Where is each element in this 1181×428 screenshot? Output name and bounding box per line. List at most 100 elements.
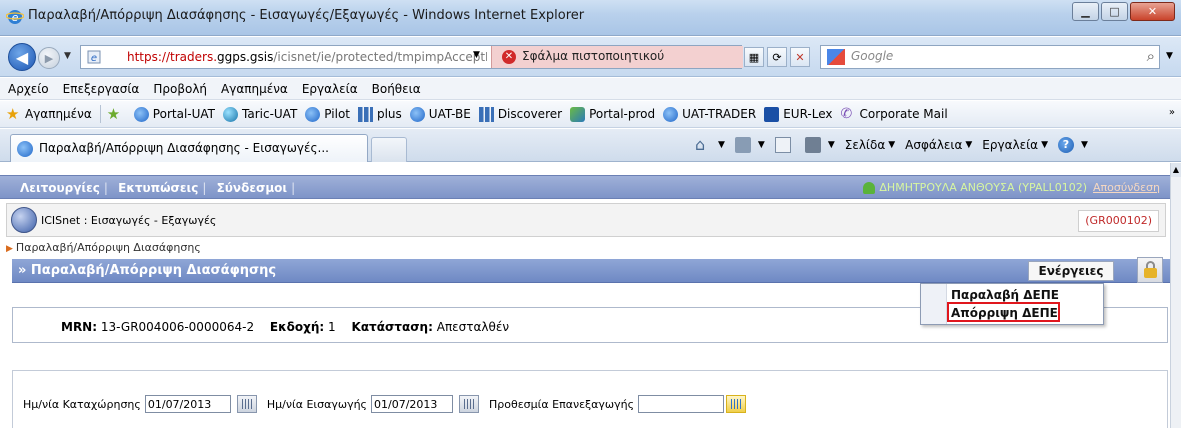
- history-dropdown-icon[interactable]: ▼: [64, 51, 71, 61]
- read-mail-button[interactable]: [774, 137, 795, 153]
- url-prefix: https://traders.: [127, 50, 218, 64]
- ie-page-icon: [17, 141, 33, 157]
- search-placeholder: Google: [851, 49, 894, 63]
- feeds-button[interactable]: ▼: [734, 137, 765, 153]
- new-tab-button[interactable]: [371, 137, 407, 162]
- favorite-eur-lex[interactable]: EUR-Lex: [764, 106, 833, 122]
- minimize-icon[interactable]: ▁: [1072, 2, 1099, 21]
- dates-row: Ημ/νία Καταχώρησης Ημ/νία Εισαγωγής Προθ…: [23, 395, 756, 413]
- favorite-taric-uat[interactable]: Taric-UAT: [223, 106, 297, 122]
- url-dropdown-icon[interactable]: ▼: [473, 50, 480, 60]
- calendar-icon[interactable]: [236, 395, 257, 413]
- breadcrumb-arrow-icon: ▶: [6, 244, 13, 254]
- favorite-portal-prod[interactable]: Portal-prod: [570, 106, 656, 122]
- import-date-field[interactable]: [371, 395, 454, 413]
- sharepoint-icon: [570, 106, 586, 122]
- menu-bar: Αρχείο Επεξεργασία Προβολή Αγαπημένα Εργ…: [0, 78, 1181, 100]
- accept-depe-menu-item[interactable]: Παραλαβή ΔΕΠΕ: [951, 288, 1059, 302]
- add-favorite-star-icon: ★: [106, 104, 121, 123]
- back-arrow-icon[interactable]: ◀: [8, 43, 36, 71]
- dates-panel: Ημ/νία Καταχώρησης Ημ/νία Εισαγωγής Προθ…: [12, 370, 1168, 428]
- actions-button[interactable]: Ενέργειες: [1028, 261, 1114, 281]
- ie-page-icon: [305, 106, 321, 122]
- help-icon: ?: [1058, 137, 1074, 153]
- ie-page-icon: [663, 106, 679, 122]
- tools-menu-button[interactable]: Εργαλεία ▼: [982, 138, 1048, 152]
- favorites-button[interactable]: ★ Αγαπημένα: [6, 106, 92, 122]
- nav-functions-link[interactable]: Λειτουργίες: [20, 181, 100, 195]
- favorite-label: Portal-prod: [589, 107, 656, 121]
- search-icon[interactable]: ⌕: [1147, 47, 1155, 65]
- favorite-pilot[interactable]: Pilot: [305, 106, 350, 122]
- tools-menu-label: Εργαλεία: [982, 138, 1039, 152]
- favorite-plus[interactable]: plus: [357, 106, 402, 122]
- page-menu-label: Σελίδα: [844, 138, 886, 152]
- registration-date-field[interactable]: [144, 395, 231, 413]
- url-text: https://traders.ggps.gsis/icisnet/ie/pro…: [127, 50, 487, 64]
- divider: |: [291, 181, 296, 195]
- reexport-deadline-field[interactable]: [638, 395, 725, 413]
- ie-page-icon: [133, 106, 149, 122]
- address-input[interactable]: e https://traders.ggps.gsis/icisnet/ie/p…: [80, 45, 743, 69]
- url-path: /icisnet/ie/protected/tmpimpAcceptR: [273, 50, 487, 64]
- printer-icon: [804, 137, 821, 153]
- chevron-right-icon[interactable]: »: [1169, 107, 1175, 118]
- maximize-icon[interactable]: □: [1101, 2, 1128, 21]
- url-domain: ggps.gsis: [217, 50, 274, 64]
- bar-chart-icon: [357, 106, 373, 122]
- safety-menu-button[interactable]: Ασφάλεια ▼: [905, 138, 972, 152]
- nav-links-link[interactable]: Σύνδεσμοι: [217, 181, 288, 195]
- svg-text:e: e: [91, 53, 97, 64]
- favorite-uat-be[interactable]: UAT-BE: [409, 106, 471, 122]
- forward-arrow-icon[interactable]: ▶: [38, 47, 60, 69]
- mrn-label: MRN:: [61, 320, 98, 334]
- calendar-icon[interactable]: [726, 395, 747, 413]
- lock-icon[interactable]: [1137, 257, 1163, 283]
- system-header: ICISnet : Εισαγωγές - Εξαγωγές (GR000102…: [6, 203, 1166, 237]
- section-title: » Παραλαβή/Απόρριψη Διασάφησης: [18, 263, 277, 278]
- menu-file[interactable]: Αρχείο: [8, 78, 49, 99]
- breadcrumb: ▶ Παραλαβή/Απόρριψη Διασάφησης: [6, 241, 201, 254]
- print-button[interactable]: ▼: [804, 137, 835, 153]
- window-controls: ▁ □ ✕: [1070, 2, 1175, 22]
- tab-row: Παραλαβή/Απόρριψη Διασάφησης - Εισαγωγές…: [0, 129, 1181, 162]
- add-favorite-button[interactable]: ★: [106, 104, 126, 123]
- close-icon[interactable]: ✕: [1130, 2, 1175, 21]
- mail-swirl-icon: ✆: [840, 105, 853, 122]
- nav-printouts-link[interactable]: Εκτυπώσεις: [118, 181, 198, 195]
- menu-edit[interactable]: Επεξεργασία: [63, 78, 140, 99]
- stop-icon[interactable]: ✕: [790, 47, 810, 67]
- favorite-corporate-mail[interactable]: ✆ Corporate Mail: [840, 105, 948, 122]
- certificate-error-button[interactable]: ✕ Σφάλμα πιστοποιητικού: [491, 46, 743, 68]
- page-menu-button[interactable]: Σελίδα ▼: [845, 138, 895, 152]
- scroll-up-arrow-icon[interactable]: ▲: [1171, 163, 1181, 177]
- compatibility-view-icon[interactable]: ▦: [744, 47, 764, 67]
- mail-icon: [774, 137, 791, 153]
- app-navigation-bar: Λειτουργίες | Εκτυπώσεις | Σύνδεσμοι | ΔΗΜΗ…: [0, 175, 1170, 199]
- ie-page-icon: [409, 106, 425, 122]
- favorite-discoverer[interactable]: Discoverer: [478, 106, 562, 122]
- refresh-icon[interactable]: ⟳: [767, 47, 787, 67]
- menu-help[interactable]: Βοήθεια: [372, 78, 421, 99]
- breadcrumb-item[interactable]: Παραλαβή/Απόρριψη Διασάφησης: [16, 241, 201, 254]
- logout-link[interactable]: Αποσύνδεση: [1093, 181, 1160, 194]
- ie-logo-icon: e: [6, 10, 24, 24]
- calendar-icon[interactable]: [459, 395, 480, 413]
- search-options-dropdown-icon[interactable]: ▼: [1166, 51, 1173, 61]
- home-icon: ⌂: [695, 135, 706, 154]
- search-input[interactable]: Google ⌕: [820, 45, 1160, 69]
- page-ie-icon: e: [87, 50, 101, 64]
- favorite-uat-trader[interactable]: UAT-TRADER: [663, 106, 756, 122]
- menu-favorites[interactable]: Αγαπημένα: [221, 78, 288, 99]
- menu-tools[interactable]: Εργαλεία: [302, 78, 358, 99]
- menu-view[interactable]: Προβολή: [153, 78, 207, 99]
- status-label: Κατάσταση:: [351, 320, 433, 334]
- tab-active[interactable]: Παραλαβή/Απόρριψη Διασάφησης - Εισαγωγές…: [10, 134, 368, 162]
- help-button[interactable]: ? ▼: [1058, 137, 1088, 153]
- vertical-scrollbar[interactable]: ▲: [1170, 163, 1181, 428]
- home-button[interactable]: ⌂ ▼: [695, 137, 725, 153]
- icisnet-logo-icon: [11, 207, 37, 233]
- certificate-error-label: Σφάλμα πιστοποιητικού: [522, 49, 665, 63]
- favorite-portal-uat[interactable]: Portal-UAT: [133, 106, 215, 122]
- command-bar: ⌂ ▼ ▼ ▼ Σελίδα ▼ Ασφάλεια ▼ Εργαλεία ▼ ? ▼: [695, 137, 1098, 153]
